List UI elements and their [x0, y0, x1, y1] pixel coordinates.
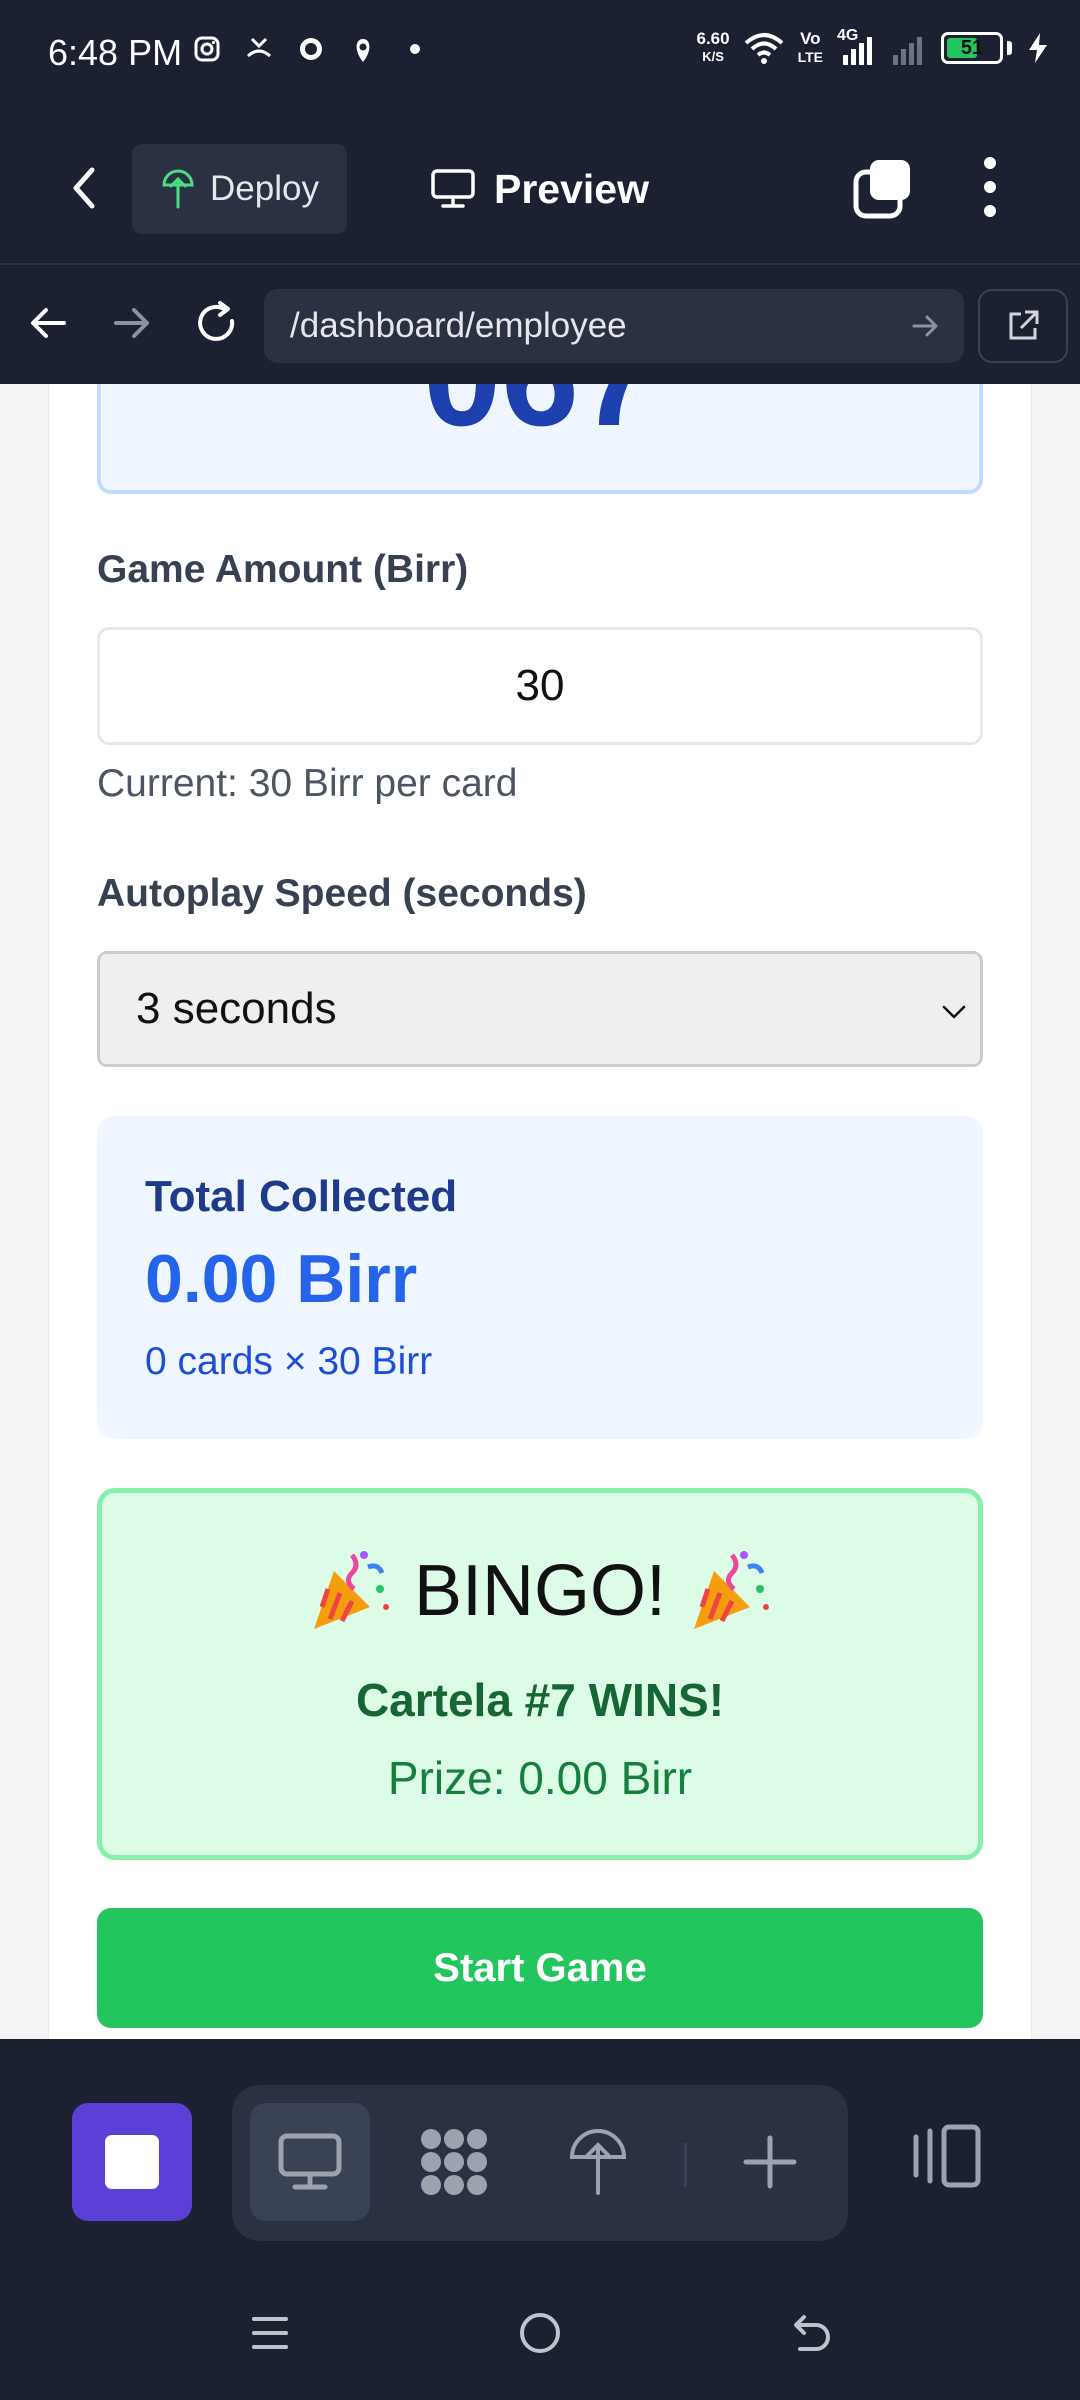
side-panel-icon[interactable] — [908, 2117, 988, 2197]
deploy-icon — [569, 2129, 627, 2195]
desktop-icon — [278, 2133, 342, 2190]
home-icon[interactable] — [514, 2307, 566, 2359]
arrow-left-icon[interactable] — [22, 297, 74, 349]
preview-button[interactable]: Preview — [430, 144, 649, 234]
bottom-toolbar — [0, 2039, 1080, 2259]
more-vertical-icon[interactable] — [975, 154, 1005, 220]
tool-separator — [684, 2143, 687, 2187]
chevron-left-icon[interactable] — [56, 158, 116, 218]
monitor-icon — [431, 169, 475, 208]
bingo-winner-panel: BINGO! Cartela #7 WINS! Prize: 0.00 Birr — [97, 1488, 983, 1860]
total-collected-title: Total Collected — [145, 1172, 458, 1221]
total-collected-amount: 0.00 Birr — [145, 1241, 418, 1317]
signal-weak-icon — [893, 37, 922, 65]
net-speed: 6.60 K/S — [697, 30, 730, 66]
total-collected-panel: Total Collected 0.00 Birr 0 cards × 30 B… — [97, 1116, 983, 1439]
autoplay-speed-select[interactable]: 3 seconds — [97, 951, 983, 1067]
apps-tool[interactable] — [394, 2103, 514, 2221]
game-amount-hint: Current: 30 Birr per card — [97, 762, 518, 805]
status-bar: 6:48 PM 6.60 K/S Vo LTE 4G 51 — [0, 0, 1080, 108]
stop-button[interactable] — [72, 2103, 192, 2221]
page-content: 067 Game Amount (Birr) Current: 30 Birr … — [0, 384, 1080, 2039]
battery-tip — [1007, 41, 1012, 55]
game-amount-label: Game Amount (Birr) — [97, 548, 469, 591]
bingo-prize: Prize: 0.00 Birr — [387, 1752, 693, 1804]
url-bar: /dashboard/employee — [0, 263, 1080, 384]
deploy-icon — [162, 169, 194, 209]
url-field[interactable]: /dashboard/employee — [264, 289, 964, 363]
open-external-icon — [1009, 310, 1039, 340]
deploy-label: Deploy — [210, 169, 319, 208]
called-number-box: 067 — [97, 384, 983, 494]
plus-icon — [743, 2135, 797, 2189]
apps-icon — [421, 2129, 487, 2195]
arrow-right-icon[interactable] — [106, 297, 158, 349]
battery-level: 51 — [960, 36, 984, 59]
url-text: /dashboard/employee — [290, 306, 627, 345]
stop-icon — [105, 2135, 159, 2189]
open-external-button[interactable] — [978, 289, 1068, 363]
missed-call-icon — [246, 37, 272, 58]
volte-bottom: LTE — [797, 49, 823, 65]
network-indicator: 4G — [837, 27, 877, 65]
party-popper-icon — [313, 1551, 389, 1629]
game-amount-input[interactable] — [97, 627, 983, 745]
employee-card: 067 Game Amount (Birr) Current: 30 Birr … — [48, 384, 1032, 2039]
net-speed-unit: K/S — [702, 49, 724, 64]
party-popper-icon — [694, 1551, 770, 1629]
battery-indicator: 51 — [941, 32, 1003, 64]
wifi-icon — [744, 33, 783, 64]
signal-icon — [843, 37, 872, 65]
dot-icon — [410, 44, 420, 54]
bingo-winner: Cartela #7 WINS! — [355, 1674, 725, 1726]
net-speed-value: 6.60 — [696, 29, 730, 48]
charging-icon — [1029, 33, 1047, 63]
app-toolbar: Deploy Preview — [0, 108, 1080, 263]
total-collected-detail: 0 cards × 30 Birr — [145, 1340, 433, 1383]
tabs-icon[interactable] — [852, 158, 914, 220]
location-icon — [356, 39, 370, 62]
add-tool[interactable] — [710, 2103, 830, 2221]
bingo-title-row: BINGO! — [102, 1549, 978, 1633]
recent-apps-icon[interactable] — [244, 2307, 296, 2359]
go-arrow-icon[interactable] — [908, 309, 942, 343]
preview-label: Preview — [494, 165, 649, 212]
tool-group — [232, 2085, 848, 2241]
deploy-button[interactable]: Deploy — [132, 144, 347, 234]
whatsapp-icon — [300, 38, 322, 60]
notification-icons — [192, 34, 430, 64]
reload-icon[interactable] — [190, 297, 242, 349]
volte-top: Vo — [800, 29, 821, 48]
autoplay-speed-label: Autoplay Speed (seconds) — [97, 872, 587, 915]
bingo-title: BINGO! — [413, 1551, 667, 1631]
status-time: 6:48 PM — [48, 32, 183, 73]
android-nav-bar — [0, 2259, 1080, 2400]
back-icon[interactable] — [784, 2307, 836, 2359]
chevron-down-icon — [942, 1005, 966, 1019]
desktop-tool[interactable] — [250, 2103, 370, 2221]
system-status: 6.60 K/S Vo LTE 4G 51 — [697, 27, 1051, 66]
start-game-button[interactable]: Start Game — [97, 1908, 983, 2028]
instagram-icon — [194, 36, 220, 62]
deploy-tool[interactable] — [538, 2103, 658, 2221]
called-number: 067 — [101, 384, 979, 458]
volte-indicator: Vo LTE — [798, 30, 823, 66]
autoplay-speed-value: 3 seconds — [136, 984, 337, 1033]
